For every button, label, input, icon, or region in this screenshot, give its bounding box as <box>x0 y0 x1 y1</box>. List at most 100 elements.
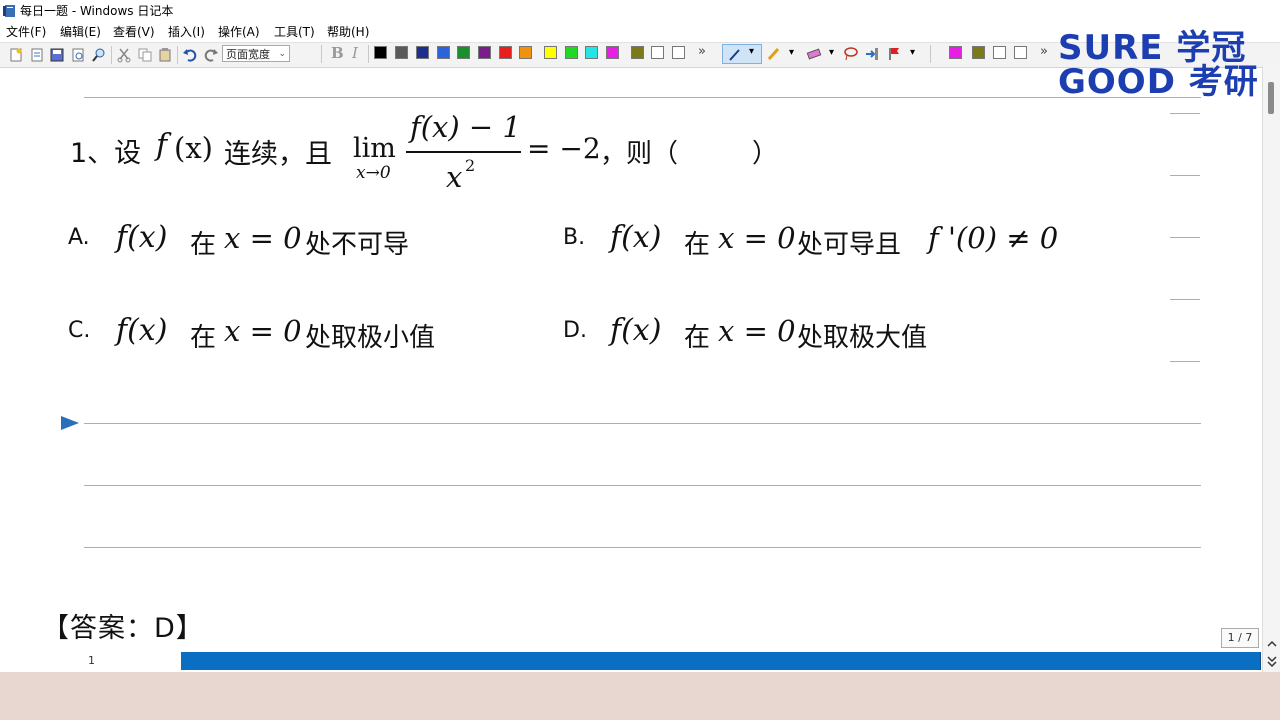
color-swatch[interactable] <box>631 46 644 59</box>
option-b-text: 处可导且 <box>797 230 902 260</box>
option-c-text: 处取极小值 <box>305 323 436 353</box>
page-indicator: 1 / 7 <box>1221 628 1259 648</box>
color-swatch[interactable] <box>374 46 387 59</box>
note-rule-line <box>84 423 1201 424</box>
chevron-down-icon[interactable]: ▾ <box>910 47 915 58</box>
margin-rule-mark <box>1170 237 1200 238</box>
page-number-label: 1 <box>88 654 95 667</box>
option-a-text: 处不可导 <box>305 230 410 260</box>
fraction-bar <box>406 151 521 153</box>
chevron-down-icon[interactable]: ▾ <box>789 47 794 58</box>
menu-help[interactable]: 帮助(H) <box>327 22 369 42</box>
color-swatch[interactable] <box>519 46 532 59</box>
color-swatch[interactable] <box>416 46 429 59</box>
question-rhs: = −2 <box>527 132 601 165</box>
option-d-fx: f(x) <box>610 313 662 348</box>
more-chevron-icon[interactable]: » <box>698 44 706 59</box>
color-swatch[interactable] <box>478 46 491 59</box>
option-b[interactable]: B. <box>563 225 585 250</box>
question-then: ，则（ <box>600 139 679 169</box>
option-letter: C. <box>68 318 91 343</box>
option-d-text: 处取极大值 <box>797 323 928 353</box>
margin-rule-mark <box>1170 299 1200 300</box>
page-thumbnail-tab[interactable] <box>1081 652 1261 670</box>
bold-button[interactable]: B <box>331 44 344 62</box>
question-continuous: 连续，且 <box>224 139 332 170</box>
italic-button[interactable]: I <box>352 44 358 62</box>
highlighter-icon[interactable] <box>766 46 782 62</box>
chevron-down-icon: ⌄ <box>278 49 286 59</box>
color-swatch[interactable] <box>395 46 408 59</box>
copy-icon[interactable] <box>137 47 153 63</box>
redo-icon[interactable] <box>203 47 219 63</box>
menu-edit[interactable]: 编辑(E) <box>60 22 101 42</box>
question-line: 1、设 <box>70 131 141 170</box>
lasso-icon[interactable] <box>843 46 859 62</box>
color-swatch[interactable] <box>457 46 470 59</box>
scrollbar-thumb[interactable] <box>1268 82 1274 114</box>
page-thumbnail-tab[interactable] <box>721 652 902 670</box>
limit-operator: lim <box>353 133 396 164</box>
page-thumbnail-tab[interactable] <box>901 652 1082 670</box>
toolbar-separator <box>321 45 322 63</box>
cut-icon[interactable] <box>116 47 132 63</box>
color-swatch[interactable] <box>651 46 664 59</box>
undo-icon[interactable] <box>182 47 198 63</box>
option-d-xvalue: x = 0 <box>718 314 796 348</box>
fraction-denominator: x <box>446 160 463 194</box>
option-b-fx: f(x) <box>610 220 662 255</box>
page-thumbnail-tab[interactable] <box>541 652 722 670</box>
find-icon[interactable] <box>91 47 107 63</box>
insert-space-icon[interactable] <box>864 46 880 62</box>
option-d[interactable]: D. <box>563 318 587 343</box>
question-f: f <box>156 128 168 163</box>
scroll-up-icon[interactable] <box>1266 638 1278 650</box>
page-thumbnail-tab[interactable] <box>361 652 542 670</box>
vertical-scrollbar[interactable] <box>1262 66 1280 672</box>
journal-window: 每日一题 - Windows 日记本 文件(F) 编辑(E) 查看(V) 插入(… <box>0 0 1280 672</box>
menu-insert[interactable]: 插入(I) <box>168 22 205 42</box>
page-down-icon[interactable] <box>1266 654 1278 668</box>
option-a-fx: f(x) <box>116 220 168 255</box>
menu-tools[interactable]: 工具(T) <box>274 22 315 42</box>
option-b-xvalue: x = 0 <box>718 221 796 255</box>
brand-logo: SURE 学冠 GOOD 考研 <box>1058 20 1258 102</box>
color-swatch[interactable] <box>544 46 557 59</box>
color-swatch[interactable] <box>606 46 619 59</box>
menu-view[interactable]: 查看(V) <box>113 22 155 42</box>
pen-tool-button[interactable]: ▾ <box>722 44 762 64</box>
color-swatch[interactable] <box>437 46 450 59</box>
color-swatch[interactable] <box>672 46 685 59</box>
zoom-select[interactable]: 页面宽度 ⌄ <box>222 45 290 62</box>
print-preview-icon[interactable] <box>70 47 86 63</box>
option-c[interactable]: C. <box>68 318 90 343</box>
journal-app-icon <box>3 5 15 17</box>
toolbar-separator <box>111 46 112 64</box>
color-swatch[interactable] <box>565 46 578 59</box>
answer-text: 【答案：D】 <box>42 613 204 644</box>
highlight-swatch[interactable] <box>993 46 1006 59</box>
open-icon[interactable] <box>29 47 45 63</box>
chevron-down-icon: ▾ <box>749 46 755 57</box>
menu-file[interactable]: 文件(F) <box>6 22 46 42</box>
more-chevron-icon[interactable]: » <box>1040 44 1048 59</box>
option-a[interactable]: A. <box>68 225 90 250</box>
menu-actions[interactable]: 操作(A) <box>218 22 260 42</box>
new-note-icon[interactable] <box>8 47 24 63</box>
eraser-icon[interactable] <box>806 46 822 62</box>
color-swatch[interactable] <box>499 46 512 59</box>
note-rule-line <box>84 485 1201 486</box>
save-icon[interactable] <box>49 47 65 63</box>
chevron-down-icon[interactable]: ▾ <box>829 47 834 58</box>
paste-icon[interactable] <box>157 47 173 63</box>
highlight-swatch[interactable] <box>1014 46 1027 59</box>
highlight-swatch[interactable] <box>972 46 985 59</box>
page-thumbnail-tab[interactable] <box>181 652 362 670</box>
option-a-in: 在 <box>190 230 217 260</box>
option-letter: D. <box>563 318 587 343</box>
highlight-swatch[interactable] <box>949 46 962 59</box>
option-letter: B. <box>563 225 586 250</box>
flag-icon[interactable] <box>887 46 903 62</box>
window-title: 每日一题 - Windows 日记本 <box>20 4 174 18</box>
color-swatch[interactable] <box>585 46 598 59</box>
